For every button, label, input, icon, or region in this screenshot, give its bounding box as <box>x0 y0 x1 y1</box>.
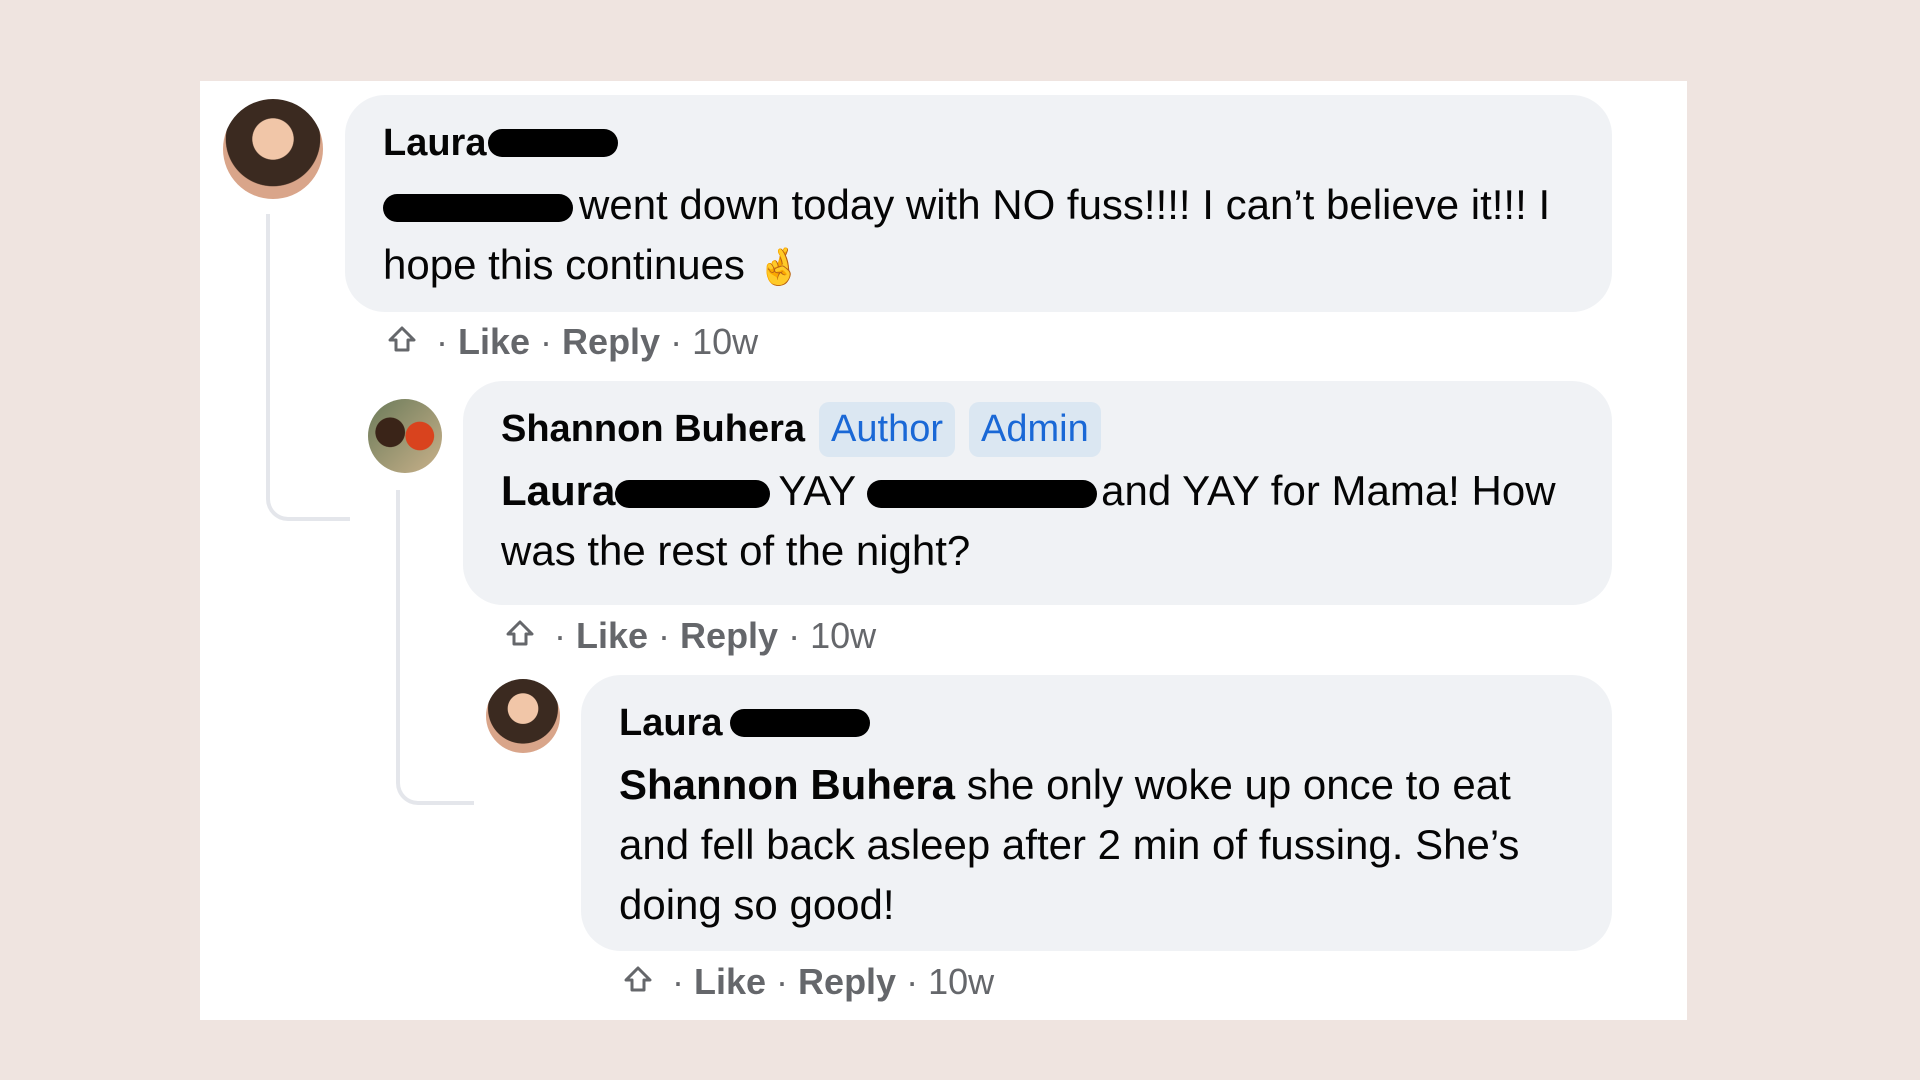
comment-bubble: Shannon Buhera Author Admin Laura YAY and… <box>463 381 1612 605</box>
redaction-mark <box>730 709 871 737</box>
separator: · <box>788 615 801 656</box>
mention-link[interactable]: Laura <box>501 467 615 514</box>
redaction-mark <box>615 479 771 508</box>
redaction-mark <box>867 479 1098 508</box>
comment-actions: · Like · Reply · 10w <box>382 317 758 367</box>
timestamp[interactable]: 10w <box>810 615 876 657</box>
comment-thread: Laura went down today with NO fuss!!!! I… <box>200 81 1687 1020</box>
crossed-fingers-emoji: 🤞 <box>756 246 802 287</box>
comment-actions: · Like · Reply · 10w <box>618 957 994 1007</box>
comment-text: Shannon Buhera she only woke up once to … <box>619 755 1574 935</box>
author-name[interactable]: Laura <box>383 122 486 165</box>
timestamp[interactable]: 10w <box>692 321 758 363</box>
share-icon[interactable] <box>618 962 658 1002</box>
separator: · <box>906 961 919 1002</box>
timestamp[interactable]: 10w <box>928 961 994 1003</box>
like-button[interactable]: Like <box>458 321 530 363</box>
separator: · <box>554 615 566 656</box>
separator: · <box>436 321 448 362</box>
like-button[interactable]: Like <box>576 615 648 657</box>
separator: · <box>776 961 789 1002</box>
avatar[interactable] <box>368 399 442 473</box>
reply-button[interactable]: Reply <box>798 961 896 1003</box>
share-icon[interactable] <box>382 322 422 362</box>
share-icon[interactable] <box>500 616 540 656</box>
comment-text: went down today with NO fuss!!!! I can’t… <box>383 175 1574 297</box>
reply-button[interactable]: Reply <box>562 321 660 363</box>
comment-bubble: Laura Shannon Buhera she only woke up on… <box>581 675 1612 951</box>
comment-actions: · Like · Reply · 10w <box>500 611 876 661</box>
separator: · <box>658 615 671 656</box>
separator: · <box>540 321 553 362</box>
avatar[interactable] <box>223 99 323 199</box>
redaction-mark <box>488 129 619 157</box>
admin-badge: Admin <box>969 401 1101 457</box>
comment-body: YAY <box>778 467 856 514</box>
comment-text: Laura YAY and YAY for Mama! How was the r… <box>501 461 1574 581</box>
mention-link[interactable]: Shannon Buhera <box>619 761 955 808</box>
like-button[interactable]: Like <box>694 961 766 1003</box>
author-name[interactable]: Laura <box>619 702 722 745</box>
redaction-mark <box>383 193 573 222</box>
author-name[interactable]: Shannon Buhera <box>501 408 805 451</box>
reply-button[interactable]: Reply <box>680 615 778 657</box>
thread-connector <box>266 214 350 521</box>
separator: · <box>670 321 683 362</box>
author-badge: Author <box>819 401 955 457</box>
separator: · <box>672 961 684 1002</box>
avatar[interactable] <box>486 679 560 753</box>
comment-bubble: Laura went down today with NO fuss!!!! I… <box>345 95 1612 312</box>
